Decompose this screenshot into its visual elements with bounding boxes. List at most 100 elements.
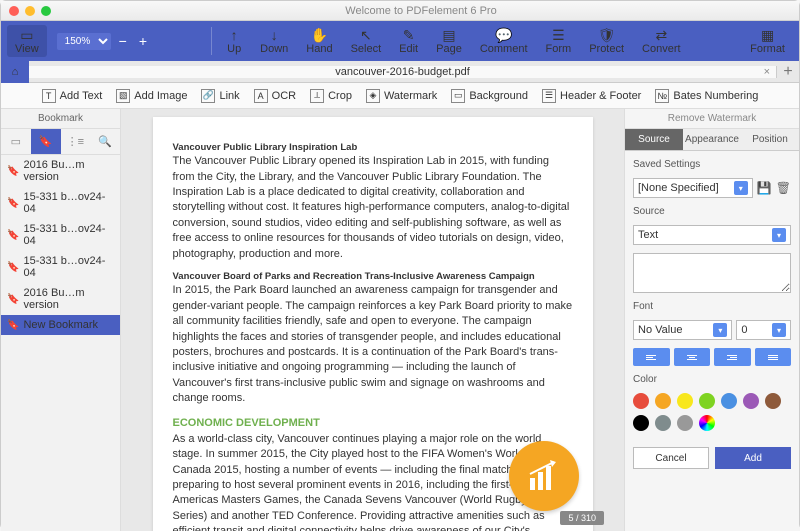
file-tab[interactable]: vancouver-2016-budget.pdf× [29, 66, 777, 78]
tab-position[interactable]: Position [741, 129, 799, 150]
bookmark-item[interactable]: 🔖2016 Bu…m version [1, 155, 120, 187]
format-button[interactable]: ▦Format [742, 25, 793, 57]
color-swatch[interactable] [743, 393, 759, 409]
align-justify[interactable] [755, 348, 792, 366]
hand-button[interactable]: ✋Hand [298, 25, 340, 57]
add-button[interactable]: Add [715, 447, 791, 469]
link-button[interactable]: 🔗Link [201, 89, 239, 103]
stepper-icon: ▾ [772, 323, 786, 337]
color-swatch[interactable] [677, 393, 693, 409]
header-footer-button[interactable]: ☰Header & Footer [542, 89, 641, 103]
minimize-window[interactable] [25, 6, 35, 16]
select-button[interactable]: ↖Select [343, 25, 390, 57]
image-icon: ▧ [116, 89, 130, 103]
ocr-button[interactable]: AOCR [254, 89, 296, 103]
bookmarks-tab[interactable]: 🔖 [31, 129, 61, 154]
bates-button[interactable]: №Bates Numbering [655, 89, 758, 103]
crop-icon: ⟂ [310, 89, 324, 103]
source-select[interactable]: Text▾ [633, 225, 791, 245]
color-swatch[interactable] [655, 393, 671, 409]
chevron-down-icon: ▾ [772, 228, 786, 242]
tab-source[interactable]: Source [625, 129, 683, 150]
watermark-icon: ◈ [366, 89, 380, 103]
crop-button[interactable]: ⟂Crop [310, 89, 352, 103]
align-buttons [633, 348, 791, 366]
bates-icon: № [655, 89, 669, 103]
color-swatch[interactable] [633, 393, 649, 409]
add-image-button[interactable]: ▧Add Image [116, 89, 187, 103]
convert-button[interactable]: ⇄Convert [634, 25, 689, 57]
bookmark-item[interactable]: 🔖15-331 b…ov24-04 [1, 187, 120, 219]
view-button[interactable]: ▭View [7, 25, 47, 57]
shield-icon: 🛡 [598, 27, 616, 43]
close-window[interactable] [9, 6, 19, 16]
edit-icon: ✎ [403, 27, 415, 43]
section-heading: ECONOMIC DEVELOPMENT [173, 416, 573, 431]
edit-button[interactable]: ✎Edit [391, 25, 426, 57]
align-center[interactable] [674, 348, 711, 366]
left-panel: Bookmark ▭ 🔖 ⋮≡ 🔍 🔖2016 Bu…m version 🔖15… [1, 109, 121, 531]
zoom-select[interactable]: 150% [57, 33, 111, 50]
arrow-up-icon: ↑ [231, 27, 238, 43]
home-icon: ⌂ [12, 66, 19, 78]
align-left[interactable] [633, 348, 670, 366]
zoom-out[interactable]: − [115, 33, 131, 49]
down-button[interactable]: ↓Down [252, 25, 296, 57]
saved-settings-label: Saved Settings [633, 159, 791, 170]
heading: Vancouver Public Library Inspiration Lab [173, 141, 573, 154]
home-tab[interactable]: ⌂ [1, 61, 29, 83]
zoom-in[interactable]: + [135, 33, 151, 49]
bookmark-item[interactable]: 🔖2016 Bu…m version [1, 283, 120, 315]
document-area[interactable]: Vancouver Public Library Inspiration Lab… [121, 109, 624, 531]
page-indicator[interactable]: 5 / 310 [560, 511, 604, 525]
window-title: Welcome to PDFelement 6 Pro [51, 5, 791, 17]
color-swatch[interactable] [721, 393, 737, 409]
add-text-button[interactable]: TAdd Text [42, 89, 103, 103]
font-select[interactable]: No Value▾ [633, 320, 732, 340]
watermark-button[interactable]: ◈Watermark [366, 89, 437, 103]
up-button[interactable]: ↑Up [218, 25, 250, 57]
link-icon: 🔗 [201, 89, 215, 103]
right-panel: Remove Watermark Source Appearance Posit… [624, 109, 799, 531]
bookmark-item-new[interactable]: 🔖New Bookmark [1, 315, 120, 335]
background-button[interactable]: ▭Background [451, 89, 528, 103]
titlebar: Welcome to PDFelement 6 Pro [1, 1, 799, 21]
color-swatch[interactable] [655, 415, 671, 431]
font-size-input[interactable]: 0▾ [736, 320, 791, 340]
color-swatch[interactable] [677, 415, 693, 431]
maximize-window[interactable] [41, 6, 51, 16]
source-text-input[interactable] [633, 253, 791, 293]
page-button[interactable]: ▤Page [428, 25, 470, 57]
color-swatch[interactable] [699, 393, 715, 409]
align-right[interactable] [714, 348, 751, 366]
arrow-down-icon: ↓ [271, 27, 278, 43]
form-icon: ☰ [552, 27, 565, 43]
page-icon: ▤ [442, 27, 455, 43]
format-icon: ▦ [761, 27, 774, 43]
save-settings-icon[interactable]: 💾 [757, 181, 772, 195]
thumbnails-tab[interactable]: ▭ [1, 129, 31, 154]
close-tab[interactable]: × [764, 66, 770, 78]
bookmark-icon: 🔖 [7, 166, 19, 177]
bookmark-item[interactable]: 🔖15-331 b…ov24-04 [1, 251, 120, 283]
text-icon: T [42, 89, 56, 103]
color-swatch[interactable] [765, 393, 781, 409]
delete-settings-icon[interactable]: 🗑 [776, 181, 791, 195]
color-picker-icon[interactable] [699, 415, 715, 431]
color-swatch[interactable] [633, 415, 649, 431]
form-button[interactable]: ☰Form [538, 25, 580, 57]
outline-tab[interactable]: ⋮≡ [61, 129, 91, 154]
tab-appearance[interactable]: Appearance [683, 129, 741, 150]
source-label: Source [633, 206, 791, 217]
sub-toolbar: TAdd Text ▧Add Image 🔗Link AOCR ⟂Crop ◈W… [1, 83, 799, 109]
add-tab[interactable]: + [777, 63, 799, 81]
comment-button[interactable]: 💬Comment [472, 25, 536, 57]
cancel-button[interactable]: Cancel [633, 447, 709, 469]
font-label: Font [633, 301, 791, 312]
protect-button[interactable]: 🛡Protect [581, 25, 632, 57]
window-controls [9, 6, 51, 16]
saved-settings-select[interactable]: [None Specified]▾ [633, 178, 753, 198]
right-panel-title: Remove Watermark [625, 109, 799, 129]
bookmark-item[interactable]: 🔖15-331 b…ov24-04 [1, 219, 120, 251]
search-tab[interactable]: 🔍 [90, 129, 120, 154]
